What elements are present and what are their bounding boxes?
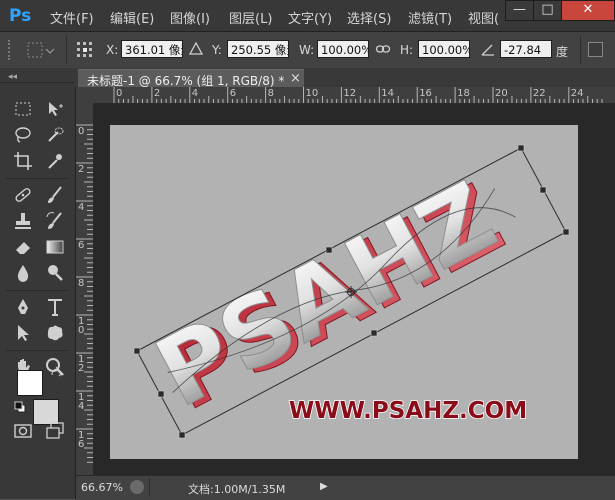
status-menu-icon[interactable] (130, 480, 144, 494)
transform-handle (539, 186, 547, 194)
document-size-info: 文档:1.00M/1.35M (188, 483, 286, 496)
transform-handle (157, 390, 165, 398)
transform-handle (325, 246, 333, 254)
transform-handle (370, 329, 378, 337)
transform-handle (562, 228, 570, 236)
transform-center-point (345, 286, 357, 298)
transform-handle (178, 431, 186, 439)
transform-bounding-box[interactable] (0, 0, 615, 499)
transform-handle (133, 347, 141, 355)
transform-handle (517, 144, 525, 152)
status-bar: 66.67% 文档:1.00M/1.35M ▶ (76, 475, 615, 500)
zoom-level[interactable]: 66.67% (81, 481, 123, 494)
separator (149, 478, 150, 497)
status-expand-icon[interactable]: ▶ (320, 480, 334, 494)
